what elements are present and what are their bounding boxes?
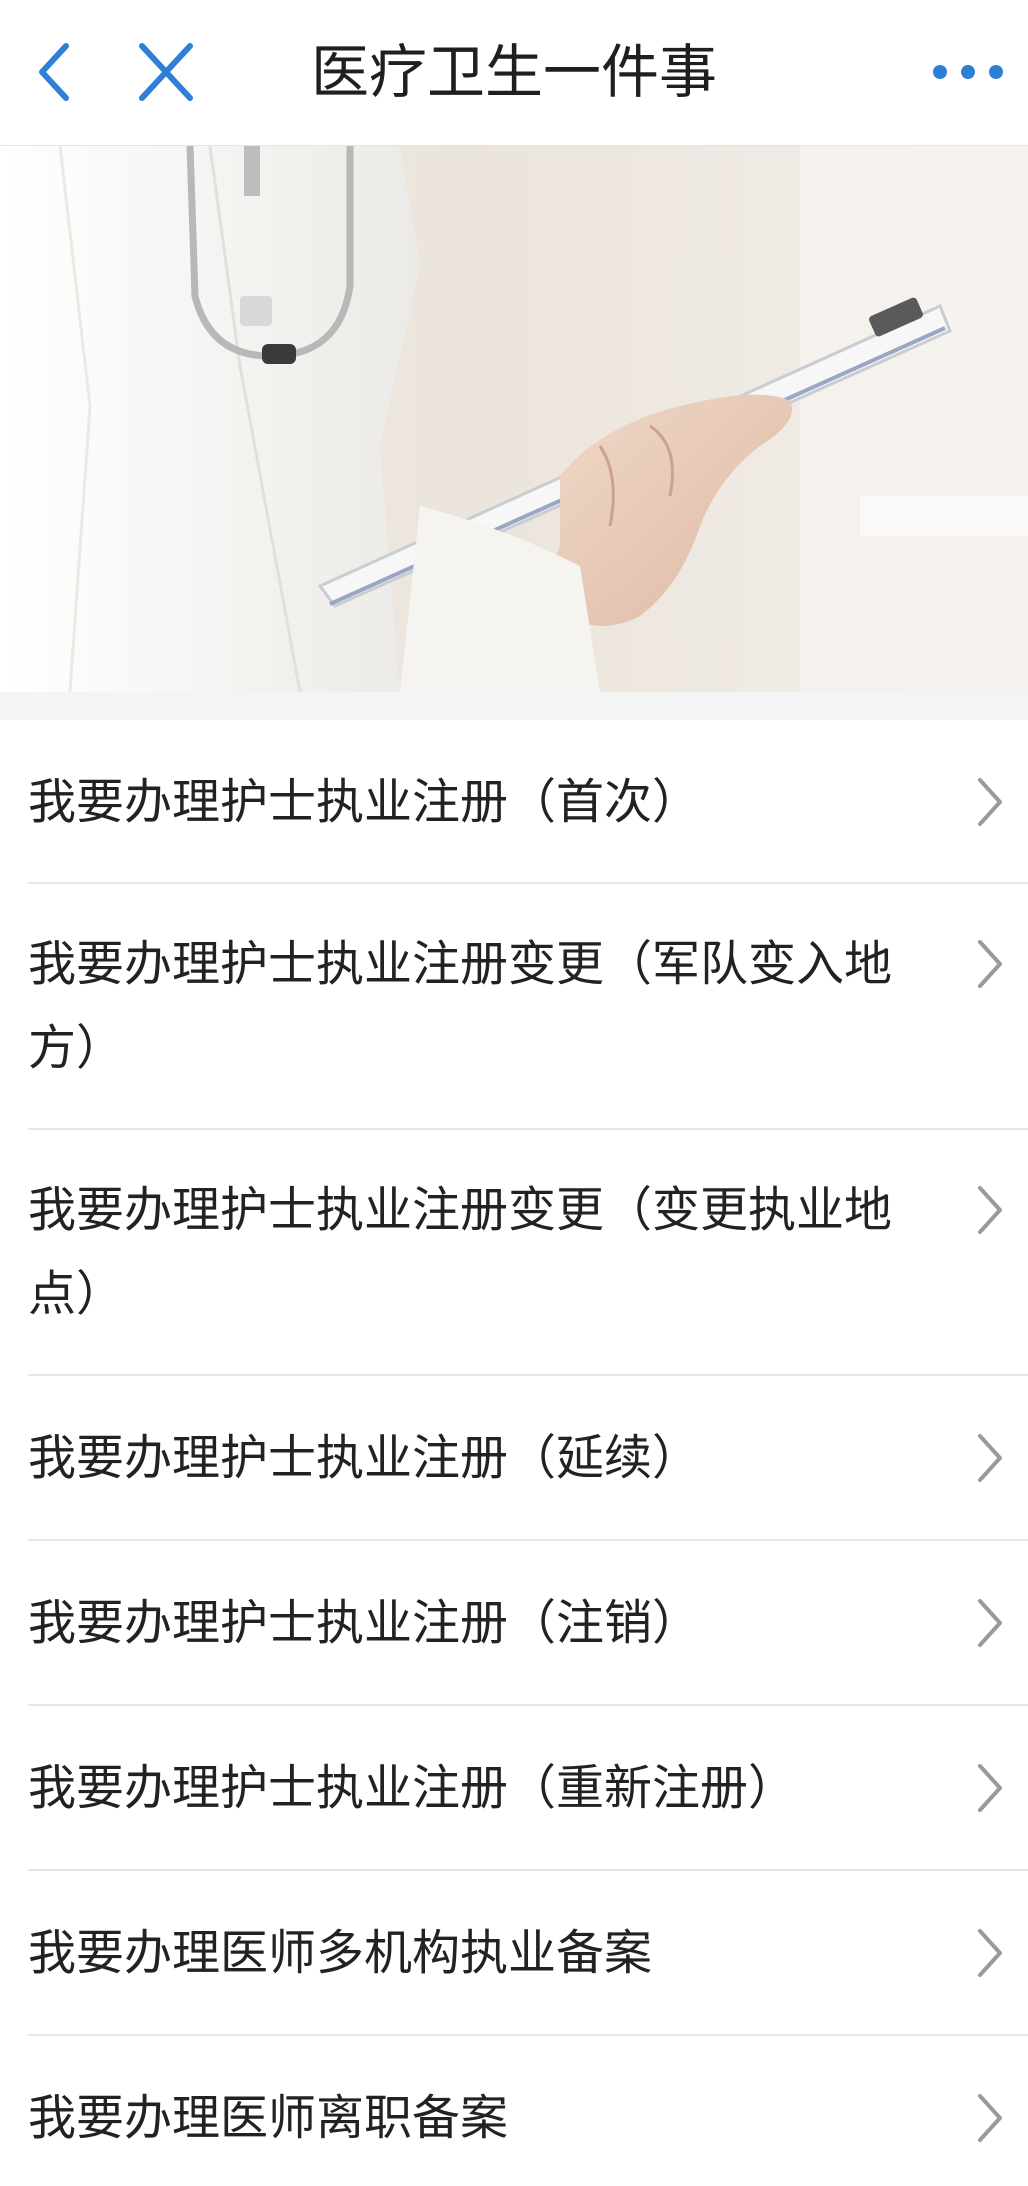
list-item[interactable]: 我要办理医师离职备案 [0,2036,1028,2186]
more-horizontal-icon [933,65,1003,79]
chevron-right-icon [978,940,1002,988]
chevron-right-icon [978,2094,1002,2142]
list-item[interactable]: 我要办理护士执业注册（延续） [0,1376,1028,1541]
chevron-right-icon [978,1929,1002,1977]
list-item[interactable]: 我要办理医师多机构执业备案 [0,1871,1028,2036]
chevron-right-icon [978,778,1002,826]
service-list: 我要办理护士执业注册（首次） 我要办理护士执业注册变更（军队变入地方） 我要办理… [0,720,1028,2186]
section-gap [0,692,1028,720]
list-item[interactable]: 我要办理护士执业注册变更（变更执业地点） [0,1130,1028,1376]
list-item[interactable]: 我要办理护士执业注册变更（军队变入地方） [0,884,1028,1130]
chevron-right-icon [978,1764,1002,1812]
list-item-label: 我要办理护士执业注册（首次） [28,774,701,830]
top-nav-bar: 医疗卫生一件事 [0,0,1028,146]
list-item-label: 我要办理护士执业注册变更（军队变入地方） [28,936,893,1076]
chevron-right-icon [978,1599,1002,1647]
more-button[interactable] [920,36,1016,108]
chevron-right-icon [978,1434,1002,1482]
list-item[interactable]: 我要办理护士执业注册（注销） [0,1541,1028,1706]
list-item-label: 我要办理护士执业注册（重新注册） [28,1760,797,1816]
chevron-right-icon [978,1186,1002,1234]
list-item-label: 我要办理医师离职备案 [28,2090,509,2146]
list-item-label: 我要办理护士执业注册（延续） [28,1430,701,1486]
list-item[interactable]: 我要办理护士执业注册（首次） [0,720,1028,884]
banner-image [0,146,1028,692]
list-item-label: 我要办理护士执业注册（注销） [28,1595,701,1651]
list-item-label: 我要办理护士执业注册变更（变更执业地点） [28,1182,893,1322]
list-item[interactable]: 我要办理护士执业注册（重新注册） [0,1706,1028,1871]
list-item-label: 我要办理医师多机构执业备案 [28,1925,653,1981]
page-title: 医疗卫生一件事 [310,38,717,106]
doctor-clipboard-illustration [0,146,1028,692]
